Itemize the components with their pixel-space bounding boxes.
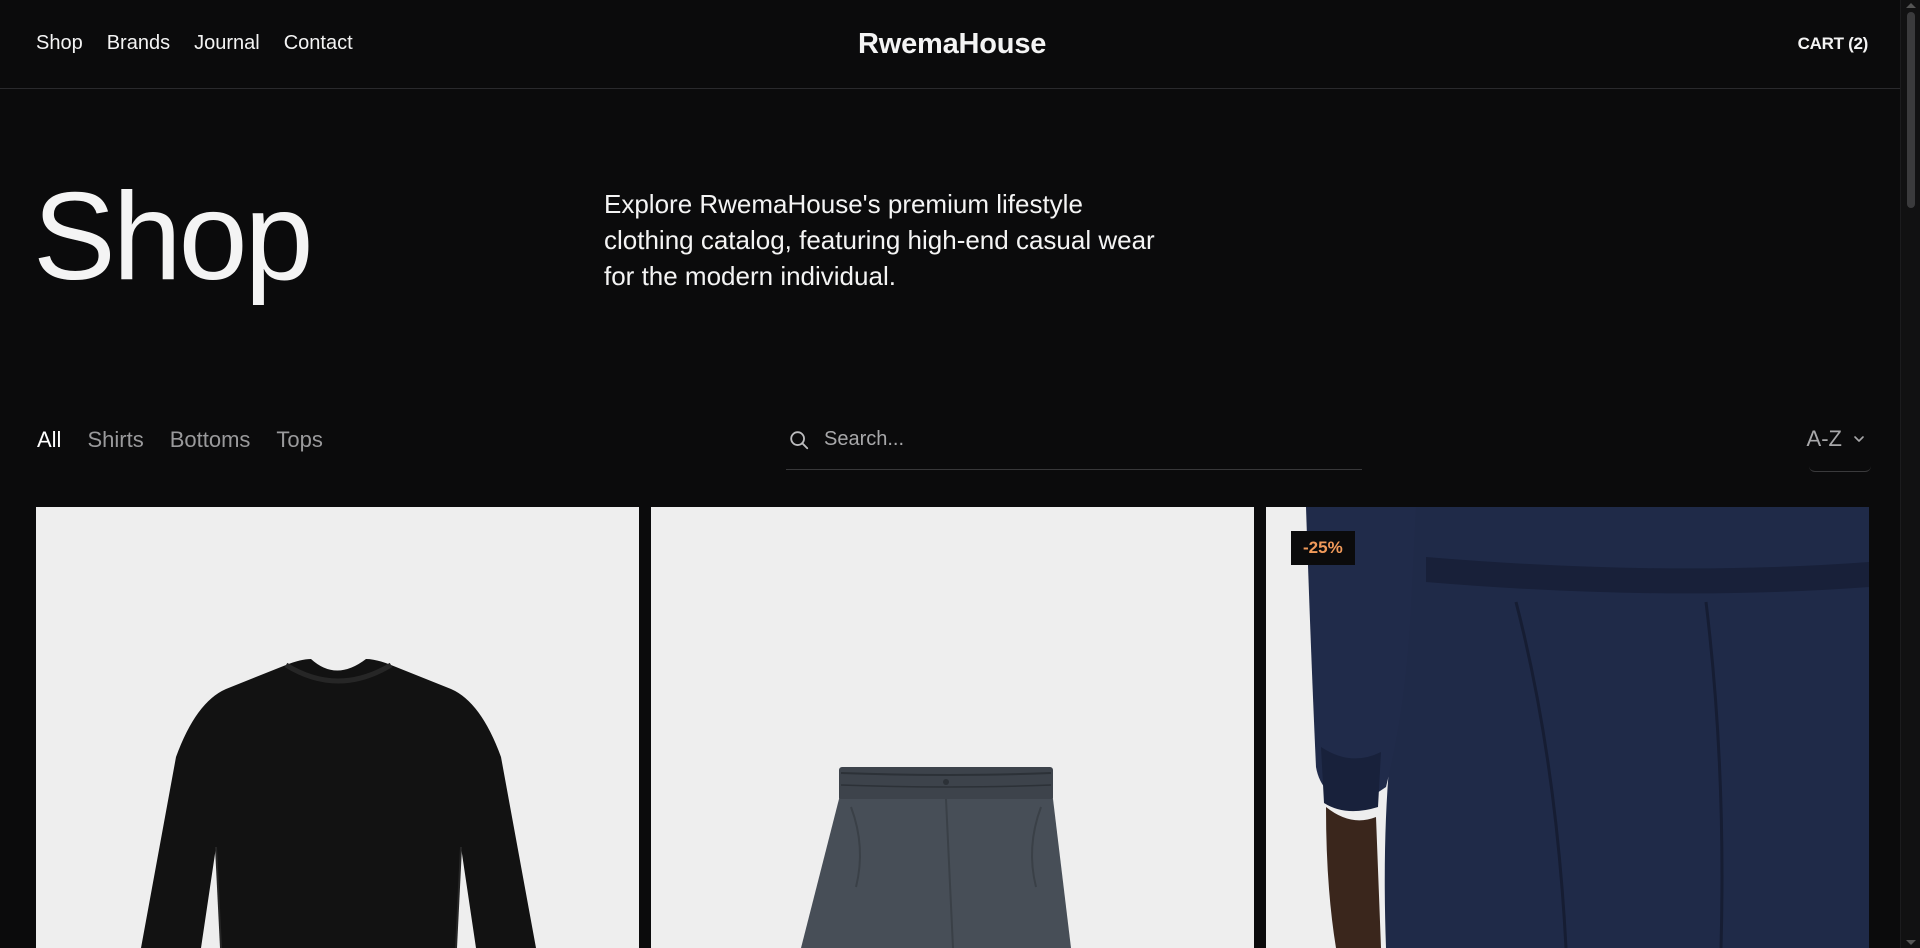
product-card[interactable]: -25%	[1266, 507, 1869, 948]
category-filter-tabs: All Shirts Bottoms Tops	[37, 427, 323, 453]
main-nav: Shop Brands Journal Contact	[36, 32, 353, 55]
nav-shop-link[interactable]: Shop	[36, 32, 83, 55]
filter-tab-tops[interactable]: Tops	[276, 427, 322, 453]
page-title: Shop	[33, 168, 314, 306]
chevron-down-icon	[1854, 436, 1864, 442]
site-logo[interactable]: RwemaHouse	[858, 28, 1046, 61]
nav-brands-link[interactable]: Brands	[107, 32, 170, 55]
page-description: Explore RwemaHouse's premium lifestyle c…	[604, 189, 1155, 291]
cart-button[interactable]: CART (2)	[1798, 34, 1869, 54]
grey-shorts-image	[801, 767, 1071, 948]
product-card[interactable]	[36, 507, 639, 948]
scroll-down-arrow-icon[interactable]	[1906, 940, 1916, 945]
filter-tab-all[interactable]: All	[37, 427, 61, 453]
search-bar	[786, 424, 1362, 470]
scroll-up-arrow-icon[interactable]	[1906, 3, 1916, 8]
filter-tab-shirts[interactable]: Shirts	[87, 427, 143, 453]
page-scrollbar[interactable]	[1900, 0, 1920, 948]
search-input[interactable]	[822, 427, 1342, 452]
nav-contact-link[interactable]: Contact	[284, 32, 353, 55]
navy-sweatpants-image	[1266, 507, 1869, 948]
sort-underline	[1808, 466, 1871, 472]
search-icon	[790, 431, 809, 450]
sort-dropdown[interactable]: A-Z	[1806, 426, 1871, 472]
site-header: Shop Brands Journal Contact RwemaHouse C…	[0, 0, 1900, 89]
discount-badge: -25%	[1291, 531, 1355, 565]
black-sweatshirt-image	[141, 659, 536, 948]
sort-value: A-Z	[1806, 426, 1842, 451]
product-grid: -25%	[36, 507, 1869, 948]
product-card[interactable]	[651, 507, 1254, 948]
filter-tab-bottoms[interactable]: Bottoms	[170, 427, 251, 453]
scrollbar-thumb[interactable]	[1907, 12, 1915, 208]
nav-journal-link[interactable]: Journal	[194, 32, 260, 55]
